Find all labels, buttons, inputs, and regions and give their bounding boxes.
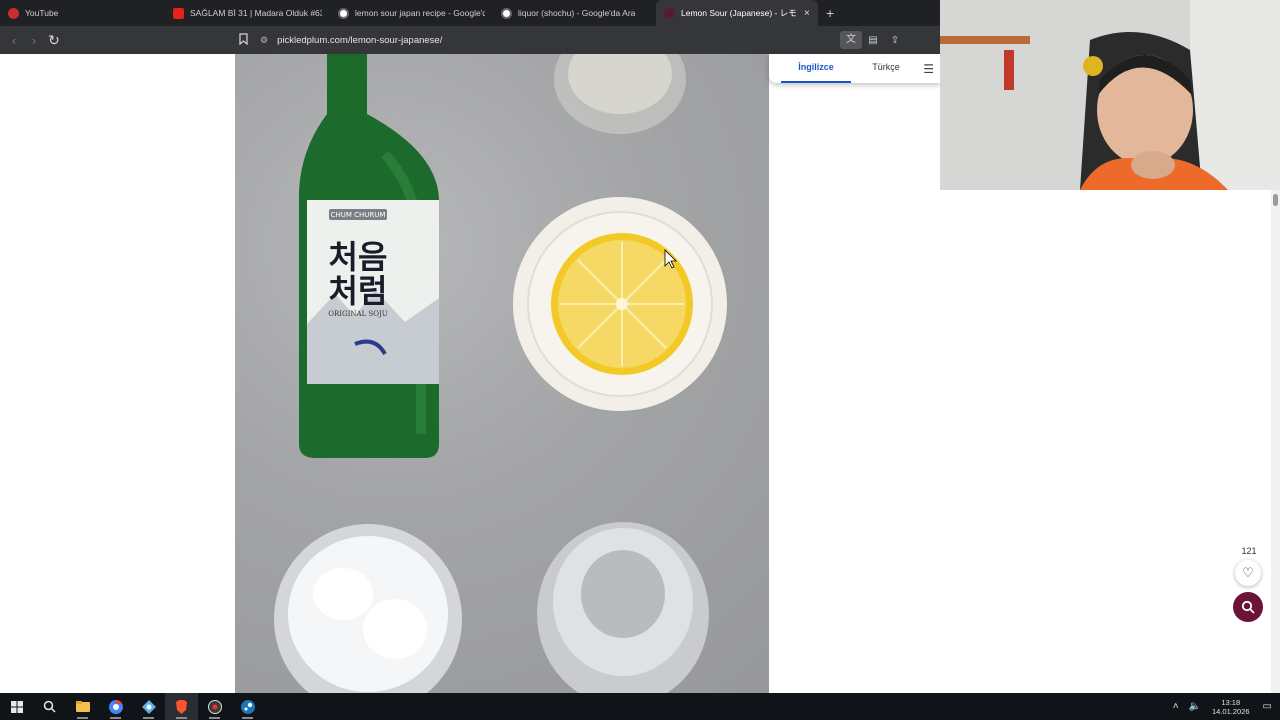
start-button[interactable] — [0, 693, 33, 720]
youtube-favicon-icon — [8, 7, 19, 19]
web-page: CHUM CHURUM 처음 처럼 ORIGINAL SOJU — [0, 54, 940, 693]
back-icon[interactable]: ‹ — [4, 33, 24, 48]
steam-icon — [240, 699, 255, 714]
like-count: 121 — [1241, 546, 1257, 556]
soju-bottle-icon: CHUM CHURUM 처음 처럼 ORIGINAL SOJU — [298, 54, 440, 458]
tab-google-search-2[interactable]: liquor (shochu) - Google'da Ara — [493, 0, 656, 26]
lemon-plate-icon — [513, 197, 727, 411]
translate-popup: İngilizce Türkçe ☰ — [769, 54, 940, 83]
url-text: pickledplum.com/lemon-sour-japanese/ — [277, 34, 443, 46]
bookmark-icon[interactable] — [234, 32, 252, 48]
windows-taskbar: ˄ 🔈 13:18 14.01.2026 ▭ — [0, 693, 1280, 720]
share-icon[interactable]: ⇪ — [884, 35, 906, 46]
bottle-label-sub: ORIGINAL SOJU — [328, 310, 388, 318]
pickledplum-favicon-icon — [664, 7, 675, 19]
reader-mode-icon[interactable]: ▤ — [862, 35, 884, 46]
brave-icon — [176, 699, 187, 714]
google-favicon-icon — [501, 7, 512, 19]
webcam-overlay — [940, 0, 1280, 190]
bottle-label-korean-2: 처럼 — [329, 272, 388, 310]
translate-icon[interactable]: 文 — [840, 31, 862, 49]
soda-glass-icon — [537, 522, 709, 693]
taskbar-brave[interactable] — [165, 693, 198, 720]
tab-lemon-sour-active[interactable]: Lemon Sour (Japanese) - レモンサ × — [656, 0, 818, 26]
bottle-label-brand: CHUM CHURUM — [331, 211, 386, 219]
menu-icon[interactable]: ☰ — [923, 62, 934, 76]
clock-date: 14.01.2026 — [1212, 706, 1250, 716]
taskbar-steam[interactable] — [231, 693, 264, 720]
youtube-favicon-icon — [173, 7, 184, 19]
tab-google-search-1[interactable]: lemon sour japan recipe - Google'da — [330, 0, 493, 26]
search-button[interactable] — [1233, 592, 1263, 622]
record-icon — [207, 699, 222, 714]
new-tab-button[interactable]: + — [818, 0, 842, 26]
ice-bowl-icon — [274, 524, 462, 693]
browser-toolbar: ‹ › ↻ ⚙ pickledplum.com/lemon-sour-japan… — [0, 26, 940, 54]
glass-top-icon — [554, 54, 686, 134]
tab-youtube-video[interactable]: SAĞLAM Bİ 31 | Madara Olduk #634 — [165, 0, 330, 26]
windows-logo-icon — [10, 700, 23, 713]
forward-icon[interactable]: › — [24, 33, 44, 48]
search-icon — [1241, 600, 1255, 614]
close-tab-icon[interactable]: × — [804, 8, 810, 19]
taskbar-app[interactable] — [132, 693, 165, 720]
taskbar-file-explorer[interactable] — [66, 693, 99, 720]
address-bar[interactable]: ⚙ pickledplum.com/lemon-sour-japanese/ — [260, 35, 840, 46]
bottle-label-korean-1: 처음 — [329, 238, 388, 276]
chrome-icon — [108, 699, 123, 714]
taskbar-obs[interactable] — [198, 693, 231, 720]
heart-icon: ♡ — [1242, 565, 1254, 580]
recipe-ingredients-photo: CHUM CHURUM 처음 처럼 ORIGINAL SOJU — [235, 54, 769, 693]
volume-icon[interactable]: 🔈 — [1189, 701, 1201, 712]
site-info-icon[interactable]: ⚙ — [260, 35, 268, 46]
heart-button[interactable]: ♡ — [1235, 560, 1261, 586]
system-tray: ˄ 🔈 13:18 14.01.2026 ▭ — [1168, 698, 1280, 716]
scrollbar-thumb[interactable] — [1273, 194, 1278, 206]
settings-app-icon — [141, 699, 156, 714]
reload-icon[interactable]: ↻ — [44, 32, 64, 49]
folder-icon — [75, 701, 90, 712]
streamer-webcam-image — [940, 0, 1280, 190]
notifications-icon[interactable]: ▭ — [1263, 701, 1272, 712]
tab-youtube[interactable]: YouTube — [0, 0, 165, 26]
browser-tabstrip: YouTube SAĞLAM Bİ 31 | Madara Olduk #634… — [0, 0, 940, 26]
translate-source-tab[interactable]: İngilizce — [781, 54, 851, 83]
tray-chevron-up-icon[interactable]: ˄ — [1173, 701, 1179, 712]
translate-target-tab[interactable]: Türkçe — [851, 54, 921, 83]
clock-time: 13:18 — [1221, 697, 1241, 707]
taskbar-search[interactable] — [33, 693, 66, 720]
taskbar-clock[interactable]: 13:18 14.01.2026 — [1212, 698, 1250, 716]
page-scrollbar[interactable] — [1271, 190, 1280, 693]
google-favicon-icon — [338, 7, 349, 19]
ingredients-illustration: CHUM CHURUM 처음 처럼 ORIGINAL SOJU — [274, 54, 727, 693]
page-right-margin — [940, 190, 1280, 693]
search-icon — [43, 700, 56, 713]
taskbar-chrome[interactable] — [99, 693, 132, 720]
